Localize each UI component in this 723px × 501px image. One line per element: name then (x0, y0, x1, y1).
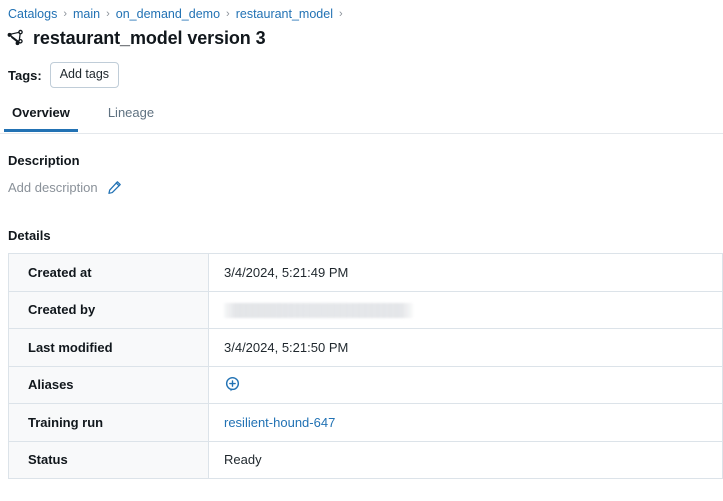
model-version-page: Catalogs › main › on_demand_demo › resta… (0, 0, 723, 501)
table-row: Training run resilient-hound-647 (8, 403, 723, 442)
page-header: restaurant_model version 3 (0, 22, 723, 50)
table-row: Status Ready (8, 441, 723, 479)
training-run-link[interactable]: resilient-hound-647 (224, 415, 335, 430)
row-key-last-modified: Last modified (8, 328, 209, 367)
redacted-value (224, 303, 413, 319)
breadcrumb-separator: › (63, 8, 68, 20)
row-value-created-by (208, 291, 723, 329)
breadcrumb-item-main[interactable]: main (73, 6, 100, 22)
table-row: Aliases (8, 366, 723, 404)
add-tags-button[interactable]: Add tags (49, 62, 120, 88)
table-row: Created at 3/4/2024, 5:21:49 PM (8, 253, 723, 292)
details-section: Details Created at 3/4/2024, 5:21:49 PM … (0, 227, 723, 479)
tab-bar: Overview Lineage (0, 104, 723, 134)
row-key-created-at: Created at (8, 253, 209, 292)
breadcrumb-separator: › (226, 8, 230, 20)
details-table: Created at 3/4/2024, 5:21:49 PM Created … (8, 253, 723, 479)
row-key-aliases: Aliases (8, 366, 209, 404)
breadcrumb-item-restaurant-model[interactable]: restaurant_model (236, 6, 333, 22)
add-description-link[interactable]: Add description (8, 179, 98, 196)
description-row: Add description (0, 177, 723, 197)
details-heading: Details (8, 228, 51, 243)
breadcrumb-item-on-demand-demo[interactable]: on_demand_demo (116, 6, 220, 22)
page-title: restaurant_model version 3 (33, 27, 266, 48)
description-section: Description Add description (0, 152, 723, 197)
breadcrumb: Catalogs › main › on_demand_demo › resta… (0, 0, 723, 22)
row-key-created-by: Created by (8, 291, 209, 329)
row-key-status: Status (8, 441, 209, 479)
tab-overview[interactable]: Overview (4, 104, 78, 132)
description-heading: Description (8, 153, 80, 168)
table-row: Last modified 3/4/2024, 5:21:50 PM (8, 328, 723, 367)
tags-label: Tags: (8, 67, 42, 83)
row-value-status: Ready (208, 441, 723, 479)
row-key-training-run: Training run (8, 403, 209, 442)
breadcrumb-separator-trailing: › (338, 8, 343, 20)
tags-row: Tags: Add tags (0, 50, 723, 88)
pencil-edit-icon[interactable] (107, 180, 122, 195)
add-alias-bubble-icon[interactable] (224, 376, 241, 393)
row-value-last-modified: 3/4/2024, 5:21:50 PM (208, 328, 723, 367)
table-row: Created by (8, 291, 723, 329)
row-value-training-run: resilient-hound-647 (208, 403, 723, 442)
details-table-body: Created at 3/4/2024, 5:21:49 PM Created … (8, 253, 723, 479)
breadcrumb-item-catalogs[interactable]: Catalogs (8, 6, 57, 22)
breadcrumb-separator: › (106, 8, 110, 20)
row-value-created-at: 3/4/2024, 5:21:49 PM (208, 253, 723, 292)
row-value-aliases (208, 366, 723, 404)
tab-lineage[interactable]: Lineage (104, 104, 158, 132)
model-graph-icon (6, 28, 26, 48)
